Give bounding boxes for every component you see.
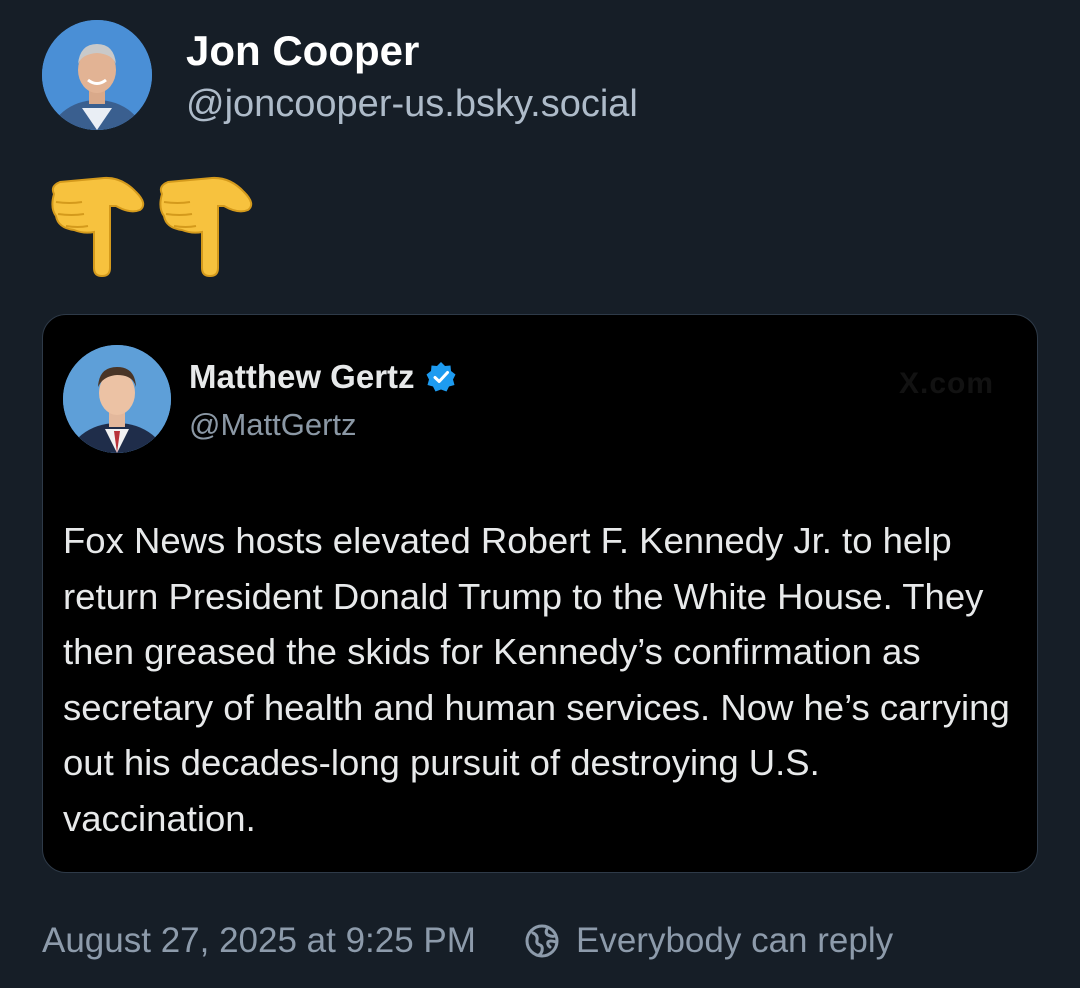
source-watermark: X.com — [899, 367, 995, 400]
post-view: Jon Cooper @joncooper-us.bsky.social Mat… — [0, 0, 1080, 988]
author-handle[interactable]: @joncooper-us.bsky.social — [186, 80, 638, 128]
quoted-author-name-row: Matthew Gertz — [189, 357, 457, 397]
avatar-photo-icon — [63, 345, 171, 453]
reply-setting[interactable]: Everybody can reply — [524, 918, 893, 964]
quoted-author-handle[interactable]: @MattGertz — [189, 405, 357, 445]
avatar-photo-icon — [42, 20, 152, 130]
post-emoji-row — [44, 168, 260, 280]
globe-icon — [525, 924, 559, 958]
backhand-index-pointing-down-icon — [51, 176, 145, 278]
quoted-post-card[interactable]: Matthew Gertz @MattGertz X.com Fox News … — [42, 314, 1038, 873]
author-name[interactable]: Jon Cooper — [186, 26, 419, 76]
verified-badge-icon — [426, 362, 456, 392]
reply-setting-label: Everybody can reply — [576, 921, 894, 960]
quoted-post-text: Fox News hosts elevated Robert F. Kenned… — [63, 520, 1010, 839]
quoted-author-avatar[interactable] — [63, 345, 171, 453]
backhand-index-pointing-down-icon — [159, 176, 253, 278]
author-avatar[interactable] — [42, 20, 152, 130]
quoted-author-name[interactable]: Matthew Gertz — [189, 357, 415, 397]
post-timestamp: August 27, 2025 at 9:25 PM — [42, 921, 476, 960]
